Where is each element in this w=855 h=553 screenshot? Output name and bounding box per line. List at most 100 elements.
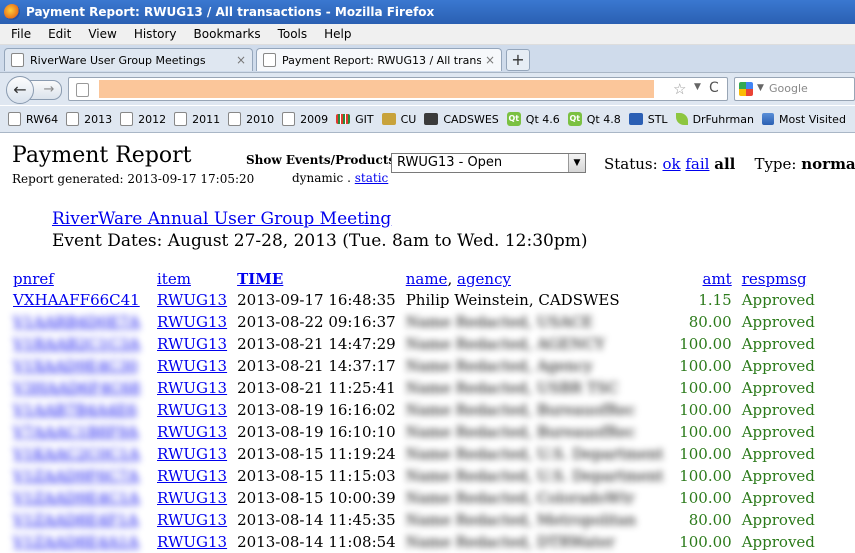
status-label: Status:	[604, 155, 658, 173]
page-icon	[174, 112, 188, 126]
item-link[interactable]: RWUG13	[157, 423, 227, 441]
name-agency-cell: Name Redacted, DTRWater	[405, 533, 615, 551]
pnref-link[interactable]: V1KAAC2C0C1A	[13, 445, 140, 463]
item-link[interactable]: RWUG13	[157, 335, 227, 353]
sort-item-link[interactable]: item	[157, 270, 191, 288]
item-link[interactable]: RWUG13	[157, 467, 227, 485]
item-link[interactable]: RWUG13	[157, 313, 227, 331]
bookmark-2013[interactable]: 2013	[66, 112, 112, 126]
sort-amt-link[interactable]: amt	[703, 270, 732, 288]
bookmark-cu[interactable]: CU	[381, 113, 416, 126]
menu-view[interactable]: View	[88, 27, 116, 41]
pnref-link[interactable]: V1AAB7B4A4E6	[13, 401, 137, 419]
name-agency-cell: Name Redacted, BureauofRec	[405, 423, 636, 441]
event-link[interactable]: RiverWare Annual User Group Meeting	[52, 209, 391, 229]
table-row: V1ZAAD8E4A1A RWUG13 2013-08-14 11:08:54 Nam…	[8, 531, 820, 553]
amount-cell: 100.00	[679, 533, 732, 551]
pnref-link[interactable]: V1ZAAD9F6C7A	[13, 467, 139, 485]
bookmark-2011[interactable]: 2011	[174, 112, 220, 126]
respmsg-cell: Approved	[741, 489, 815, 507]
bookmark-most-visited[interactable]: Most Visited	[761, 113, 846, 126]
sort-pnref-link[interactable]: pnref	[13, 270, 54, 288]
pnref-link[interactable]: V1AARB4D0E7A	[13, 313, 140, 331]
firefox-icon	[4, 4, 20, 20]
status-all: all	[714, 155, 736, 173]
time-cell: 2013-08-14 11:45:35	[237, 511, 396, 529]
item-link[interactable]: RWUG13	[157, 401, 227, 419]
star-icon[interactable]: ☆	[673, 80, 686, 98]
bookmark-label: Qt 4.8	[586, 112, 621, 126]
pnref-link[interactable]: VXHAAFF66C41	[13, 291, 140, 309]
close-icon[interactable]: ×	[236, 53, 246, 67]
menu-history[interactable]: History	[134, 27, 177, 41]
menu-edit[interactable]: Edit	[48, 27, 71, 41]
show-mode: dynamic . static	[292, 171, 388, 185]
sort-time-link[interactable]: TIME	[237, 270, 283, 288]
item-link[interactable]: RWUG13	[157, 511, 227, 529]
bookmark-stl[interactable]: STL	[628, 113, 668, 126]
pnref-link[interactable]: V1XAAD9E4C30	[13, 357, 138, 375]
transactions-table: pnref item TIME name, agency amt respmsg…	[8, 269, 820, 553]
close-icon[interactable]: ×	[485, 53, 495, 67]
status-fail-link[interactable]: fail	[685, 155, 709, 173]
sort-name-link[interactable]: name	[406, 270, 448, 288]
search-bar[interactable]: ▼ Google	[734, 77, 855, 101]
bookmark-cadswes[interactable]: CADSWES	[424, 113, 499, 126]
item-link[interactable]: RWUG13	[157, 291, 227, 309]
respmsg-cell: Approved	[741, 445, 815, 463]
chevron-down-icon[interactable]: ▼	[757, 83, 764, 93]
bookmark-git[interactable]: GIT	[336, 113, 374, 126]
menu-bookmarks[interactable]: Bookmarks	[194, 27, 261, 41]
chevron-down-icon[interactable]: ▼	[568, 154, 585, 172]
table-row: V1ZAAD9F6C7A RWUG13 2013-08-15 11:15:03 Nam…	[8, 465, 820, 487]
page-icon	[8, 112, 21, 126]
item-link[interactable]: RWUG13	[157, 357, 227, 375]
bookmark-drfuhrman[interactable]: DrFuhrman	[675, 113, 754, 126]
page-icon	[66, 112, 80, 126]
mode-static-link[interactable]: static	[355, 171, 389, 185]
back-forward-group: → ←	[6, 76, 62, 104]
item-link[interactable]: RWUG13	[157, 379, 227, 397]
bookmark-2010[interactable]: 2010	[228, 112, 274, 126]
search-input[interactable]: Google	[769, 82, 808, 95]
new-tab-button[interactable]: +	[506, 49, 530, 71]
pnref-link[interactable]: V7AAAC1B8F9A	[13, 423, 138, 441]
pnref-link[interactable]: V3HAAD6F4C68	[13, 379, 140, 397]
tab-payment-report[interactable]: Payment Report: RWUG13 / All transacti..…	[256, 48, 502, 71]
chevron-down-icon[interactable]: ▼	[694, 82, 701, 92]
back-button[interactable]: ←	[6, 76, 34, 104]
item-link[interactable]: RWUG13	[157, 445, 227, 463]
sort-agency-link[interactable]: agency	[457, 270, 511, 288]
pnref-link[interactable]: V1ZAAD8E4A1A	[13, 533, 139, 551]
bookmark-2012[interactable]: 2012	[120, 112, 166, 126]
name-agency-cell: Name Redacted, Agency	[405, 357, 593, 375]
sort-respmsg-link[interactable]: respmsg	[742, 270, 807, 288]
table-row: VXHAAFF66C41 RWUG13 2013-09-17 16:48:35 Phi…	[8, 289, 820, 311]
item-link[interactable]: RWUG13	[157, 533, 227, 551]
url-bar[interactable]: ☆ ▼ C	[68, 77, 728, 101]
table-row: V1ZAAD9E4C1A RWUG13 2013-08-15 10:00:39 Nam…	[8, 487, 820, 509]
google-icon[interactable]	[739, 82, 753, 96]
reload-icon[interactable]: C	[709, 80, 719, 96]
table-row: V1AAB7B4A4E6 RWUG13 2013-08-19 16:16:02 Nam…	[8, 399, 820, 421]
item-link[interactable]: RWUG13	[157, 489, 227, 507]
bookmark-qt48[interactable]: Qt Qt 4.8	[567, 112, 621, 126]
menu-tools[interactable]: Tools	[278, 27, 308, 41]
tab-riverware-meetings[interactable]: RiverWare User Group Meetings ×	[4, 48, 253, 71]
bookmark-qt46[interactable]: Qt Qt 4.6	[506, 112, 560, 126]
menu-help[interactable]: Help	[324, 27, 351, 41]
site-identity-icon[interactable]	[76, 83, 89, 97]
transactions-body: VXHAAFF66C41 RWUG13 2013-09-17 16:48:35 Phi…	[8, 289, 820, 553]
amount-cell: 100.00	[679, 401, 732, 419]
status-ok-link[interactable]: ok	[662, 155, 680, 173]
amount-cell: 1.15	[698, 291, 732, 309]
menu-file[interactable]: File	[11, 27, 31, 41]
bookmark-2009[interactable]: 2009	[282, 112, 328, 126]
event-select[interactable]: RWUG13 - Open ▼	[391, 153, 586, 173]
pnref-link[interactable]: V1RAAB2C1C3A	[13, 335, 140, 353]
table-row: V1ZAAD8E4F1A RWUG13 2013-08-14 11:45:35 Nam…	[8, 509, 820, 531]
pnref-link[interactable]: V1ZAAD8E4F1A	[13, 511, 138, 529]
time-cell: 2013-08-14 11:08:54	[237, 533, 396, 551]
pnref-link[interactable]: V1ZAAD9E4C1A	[13, 489, 139, 507]
bookmark-rw64[interactable]: RW64	[8, 112, 58, 126]
